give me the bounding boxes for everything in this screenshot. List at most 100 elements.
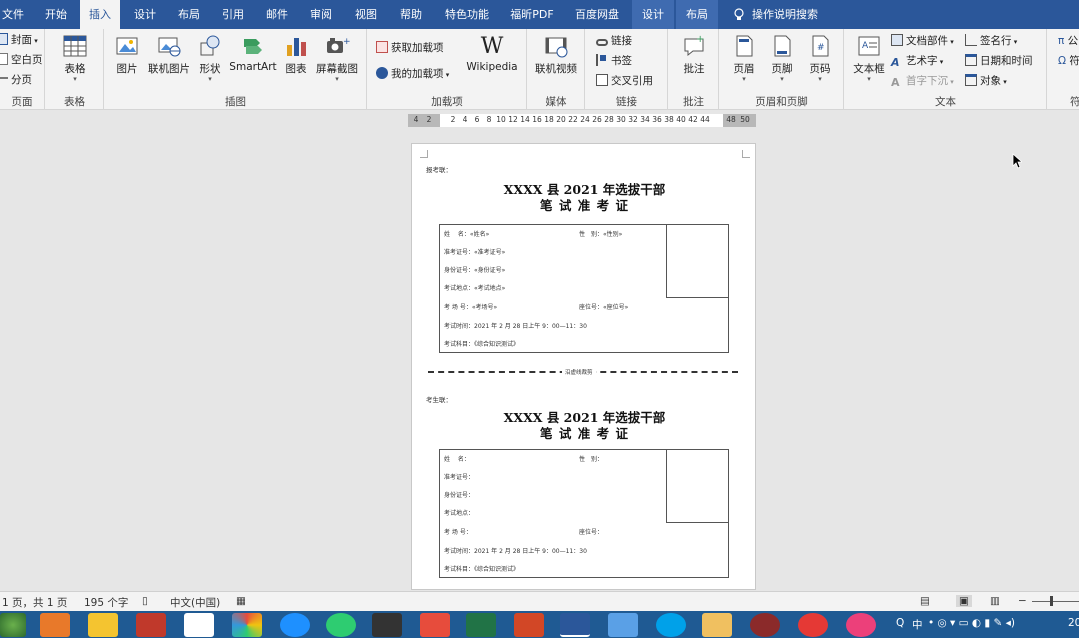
avatar-app-icon[interactable]	[750, 613, 780, 637]
tab-baidu-netdisk[interactable]: 百度网盘	[568, 0, 626, 29]
my-addins-button[interactable]: 我的加载项 ▾	[376, 65, 449, 83]
tab-file[interactable]: 文件	[0, 0, 26, 29]
word-icon[interactable]	[560, 613, 590, 637]
tell-me-search[interactable]: 操作说明搜索	[752, 0, 826, 29]
wechat-icon[interactable]	[326, 613, 356, 637]
group-label-tables: 表格	[64, 96, 85, 108]
tab-table-layout[interactable]: 布局	[676, 0, 718, 29]
page-count-status[interactable]: 1 页，共 1 页	[2, 595, 67, 610]
tab-design[interactable]: 设计	[126, 0, 164, 29]
tab-review[interactable]: 审阅	[302, 0, 340, 29]
online-picture-button[interactable]: 联机图片	[145, 33, 193, 76]
tab-references[interactable]: 引用	[214, 0, 252, 29]
signature-line-button[interactable]: 签名行 ▾	[965, 32, 1017, 50]
signature-icon	[965, 34, 977, 46]
drop-cap-button[interactable]: A 首字下沉 ▾	[891, 72, 954, 90]
smartart-icon	[244, 39, 262, 54]
tab-special[interactable]: 特色功能	[438, 0, 496, 29]
browser-icon[interactable]	[656, 613, 686, 637]
zoom-slider-thumb[interactable]	[1050, 596, 1053, 606]
shapes-button[interactable]: 形状 ▾	[195, 33, 225, 83]
footer-button[interactable]: 页脚 ▾	[764, 33, 800, 83]
photos-icon[interactable]	[232, 613, 262, 637]
internet-explorer-icon[interactable]	[280, 613, 310, 637]
language-status[interactable]: 中文(中国)	[170, 595, 220, 610]
video-player-icon[interactable]	[88, 613, 118, 637]
picture-button[interactable]: 图片	[111, 33, 143, 76]
card1-place: 考试地点：«考试地点»	[444, 285, 506, 292]
excel-icon[interactable]	[466, 613, 496, 637]
word-count-status[interactable]: 195 个字	[84, 595, 128, 610]
app-flame-icon[interactable]	[40, 613, 70, 637]
card1-id: 身份证号：«身份证号»	[444, 267, 506, 274]
web-layout-icon[interactable]: ▥	[990, 595, 1000, 607]
task-app-icon[interactable]	[420, 613, 450, 637]
print-layout-icon[interactable]: ▣	[956, 595, 972, 607]
ruler-number: 32	[628, 115, 638, 124]
wikipedia-icon: W	[480, 34, 504, 59]
screenshot-button[interactable]: + 屏幕截图 ▾	[313, 33, 361, 83]
start-button-icon[interactable]	[0, 613, 26, 637]
date-time-button[interactable]: 日期和时间	[965, 52, 1033, 70]
equation-button[interactable]: π 公	[1058, 32, 1078, 50]
link-button[interactable]: 链接	[596, 32, 632, 50]
quick-parts-button[interactable]: 文档部件 ▾	[891, 32, 954, 50]
card2-id: 身份证号：	[444, 492, 475, 499]
tab-mailings[interactable]: 邮件	[258, 0, 296, 29]
macro-icon[interactable]: ▦	[236, 595, 246, 607]
tray-icons[interactable]: • ◎ ▾ ▭ ◐ ▮ ✎ ◂)	[928, 617, 1015, 629]
ruler-number: 48	[726, 115, 736, 124]
zoom-slider[interactable]	[1032, 601, 1079, 602]
proofing-icon[interactable]: ▯	[142, 595, 148, 607]
object-button[interactable]: 对象 ▾	[965, 72, 1007, 90]
ruler-number: 2	[426, 115, 432, 124]
smartart-button[interactable]: SmartArt	[227, 33, 279, 73]
clock[interactable]: 20	[1068, 617, 1079, 629]
document-page[interactable]: 报考联： XXXX 县 2021 年选拔干部 笔 试 准 考 证 姓 名：«姓名…	[411, 143, 756, 590]
online-video-button[interactable]: 联机视频	[532, 33, 580, 76]
bookmark-button[interactable]: 书签	[596, 52, 632, 70]
tab-help[interactable]: 帮助	[392, 0, 430, 29]
tab-home[interactable]: 开始	[36, 0, 76, 29]
wikipedia-button[interactable]: W Wikipedia	[464, 33, 520, 73]
blank-page-button[interactable]: 空白页	[0, 51, 43, 69]
card1-table: 姓 名：«姓名» 性 别：«性别» 准考证号：«准考证号» 身份证号：«身份证号…	[439, 224, 729, 353]
netease-music-icon[interactable]	[798, 613, 828, 637]
powerpoint-icon[interactable]	[514, 613, 544, 637]
card2-name: 姓 名：	[444, 456, 470, 463]
camera-app-icon[interactable]	[846, 613, 876, 637]
group-symbols: π 公 Ω 符 符	[1048, 29, 1079, 110]
cloud-drive-icon[interactable]	[184, 613, 214, 637]
page-number-button[interactable]: # 页码 ▾	[802, 33, 838, 83]
horizontal-ruler[interactable]: 4 2 2 4 6 8 10 12 14 16 18 20 22 24 26 2…	[0, 111, 1079, 130]
symbol-button[interactable]: Ω 符	[1058, 52, 1079, 70]
cross-reference-button[interactable]: 交叉引用	[596, 72, 653, 90]
tab-table-design[interactable]: 设计	[632, 0, 674, 29]
bird-app-icon[interactable]	[608, 613, 638, 637]
ime-indicator[interactable]: 中	[912, 617, 923, 632]
tab-layout[interactable]: 布局	[170, 0, 208, 29]
header-button[interactable]: 页眉 ▾	[726, 33, 762, 83]
file-explorer-icon[interactable]	[702, 613, 732, 637]
get-addins-button[interactable]: 获取加载项	[376, 39, 444, 57]
online-picture-icon	[158, 37, 181, 57]
pdf-reader-icon[interactable]	[136, 613, 166, 637]
table-button[interactable]: 表格 ▾	[58, 33, 92, 83]
game-app-icon[interactable]	[372, 613, 402, 637]
chart-icon	[287, 38, 306, 56]
cover-page-button[interactable]: 封面 ▾	[0, 31, 38, 49]
chart-button[interactable]: 图表	[281, 33, 311, 76]
tab-insert[interactable]: 插入	[80, 0, 120, 29]
page-break-button[interactable]: 分页	[0, 71, 32, 89]
zoom-out-button[interactable]: −	[1018, 595, 1027, 607]
tray-qq-icon[interactable]: Q	[896, 617, 904, 629]
svg-text:+: +	[696, 34, 704, 45]
tab-view[interactable]: 视图	[346, 0, 386, 29]
windows-taskbar: Q 中 • ◎ ▾ ▭ ◐ ▮ ✎ ◂) 20	[0, 611, 1079, 638]
new-comment-button[interactable]: + 批注	[675, 33, 713, 76]
tab-foxit-pdf[interactable]: 福昕PDF	[502, 0, 562, 29]
wordart-button[interactable]: A 艺术字 ▾	[891, 52, 943, 70]
textbox-button[interactable]: A 文本框 ▾	[849, 33, 889, 83]
card2-photo-box	[666, 449, 729, 523]
read-mode-icon[interactable]: ▤	[920, 595, 930, 607]
